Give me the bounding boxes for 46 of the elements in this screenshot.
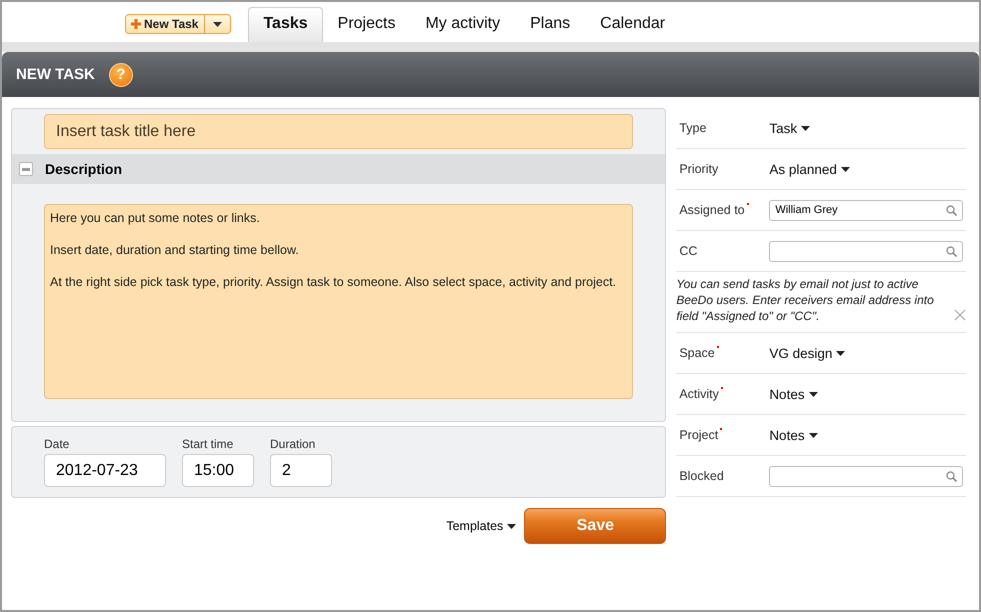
new-task-button[interactable]: New Task bbox=[125, 14, 232, 34]
task-title-field[interactable]: Insert task title here bbox=[44, 114, 634, 149]
dropdown[interactable]: VG design bbox=[769, 346, 846, 360]
dropdown[interactable]: As planned bbox=[769, 162, 850, 176]
field-label: Assigned to bbox=[676, 203, 770, 217]
plus-icon bbox=[131, 19, 141, 29]
search-field[interactable]: William Grey bbox=[769, 200, 964, 220]
caret-icon bbox=[801, 126, 810, 130]
field-label: Duration bbox=[270, 437, 316, 451]
page-title: NEW TASK bbox=[16, 66, 95, 83]
nav-tab[interactable]: Projects bbox=[322, 7, 410, 42]
nav-tab[interactable]: Plans bbox=[515, 7, 586, 42]
field-label: Type bbox=[678, 121, 708, 135]
dropdown[interactable]: Notes bbox=[769, 386, 818, 402]
dropdown[interactable]: Notes bbox=[769, 428, 818, 442]
field-label: Blocked bbox=[678, 469, 725, 483]
field-label: Project bbox=[676, 428, 770, 442]
search-icon bbox=[946, 470, 958, 482]
input-field[interactable]: 2012-07-23 bbox=[44, 454, 166, 487]
section-header[interactable]: Description bbox=[12, 154, 666, 184]
nav-tab[interactable]: Calendar bbox=[585, 7, 680, 42]
search-field[interactable] bbox=[769, 240, 964, 262]
collapse-icon[interactable] bbox=[19, 162, 33, 176]
caret-icon bbox=[507, 524, 516, 528]
nav-tab[interactable]: Tasks bbox=[248, 7, 323, 42]
field-label: Start time bbox=[182, 437, 234, 451]
caret-icon bbox=[840, 166, 850, 172]
caret-icon bbox=[808, 392, 818, 396]
info-note: You can send tasks by email not just to active BeeDo users. Enter receivers email address into field "Assigned to" or "CC". bbox=[676, 276, 935, 324]
caret-icon bbox=[808, 432, 818, 438]
templates-dropdown[interactable]: Templates bbox=[446, 519, 516, 533]
field-label: Priority bbox=[678, 162, 720, 176]
input-field[interactable]: 15:00 bbox=[182, 454, 254, 487]
nav-tab[interactable]: My activity bbox=[410, 7, 516, 42]
search-icon bbox=[946, 246, 958, 256]
search-field[interactable] bbox=[769, 466, 964, 486]
input-field[interactable]: 2 bbox=[270, 454, 332, 487]
field-label: Date bbox=[44, 437, 70, 451]
dropdown[interactable]: Task bbox=[769, 120, 810, 136]
search-icon bbox=[946, 204, 958, 216]
field-label: Activity bbox=[676, 387, 770, 401]
field-label: Space bbox=[676, 346, 770, 360]
caret-icon bbox=[836, 350, 846, 356]
field-label: CC bbox=[678, 244, 698, 258]
description-field[interactable]: Here you can put some notes or links. Insert date, duration and starting time bellow. At the right side pick task type, priority. Assign task to someone. Also select space, activity and project. bbox=[44, 204, 634, 399]
close-icon[interactable] bbox=[954, 309, 966, 321]
